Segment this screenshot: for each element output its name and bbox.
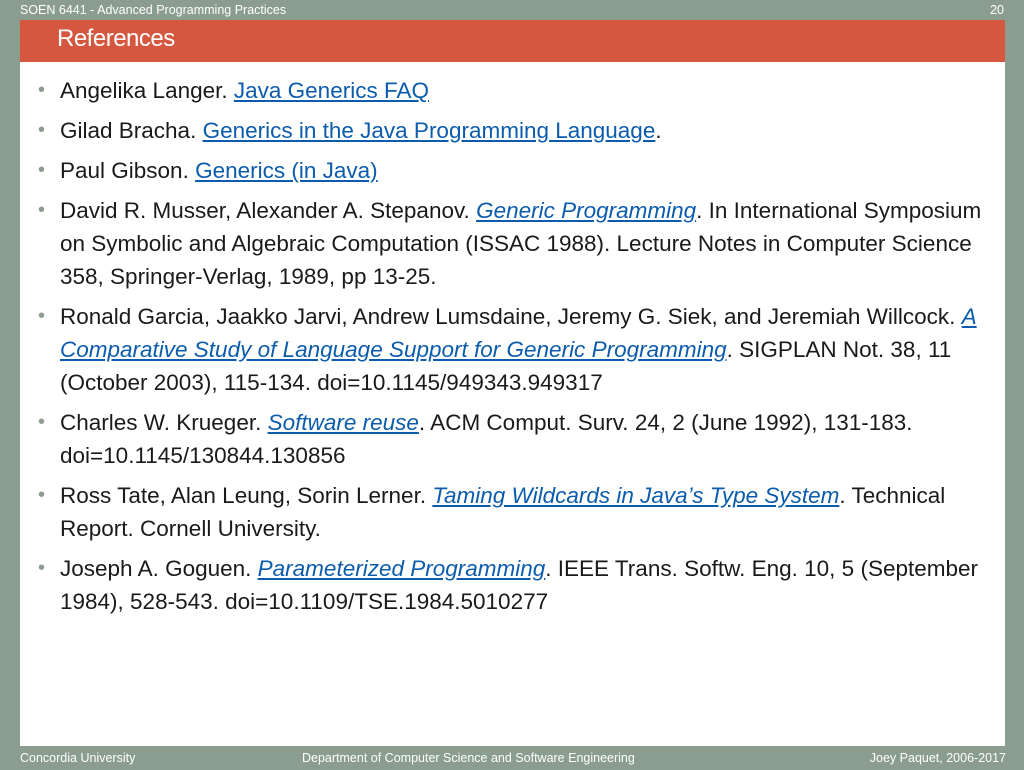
reference-item: • Gilad Bracha. Generics in the Java Prog… (38, 114, 988, 147)
footer: Concordia University Department of Compu… (0, 746, 1024, 768)
reference-link[interactable]: Software reuse (268, 410, 419, 435)
bullet-icon: • (38, 119, 46, 141)
footer-department: Department of Computer Science and Softw… (302, 751, 635, 765)
reference-item: • David R. Musser, Alexander A. Stepanov.… (38, 194, 988, 293)
reference-item: • Angelika Langer. Java Generics FAQ (38, 74, 988, 107)
reference-item: • Ronald Garcia, Jaakko Jarvi, Andrew Lum… (38, 300, 988, 399)
reference-link[interactable]: Generic Programming (476, 198, 696, 223)
reference-link[interactable]: Java Generics FAQ (234, 78, 429, 103)
bullet-icon: • (38, 557, 46, 579)
footer-author: Joey Paquet, 2006-2017 (869, 751, 1006, 765)
reference-link[interactable]: Parameterized Programming (258, 556, 546, 581)
reference-text: Joseph A. Goguen. (60, 556, 258, 581)
title-bar: References (20, 20, 1005, 62)
reference-text: Angelika Langer. (60, 78, 234, 103)
reference-text: Ross Tate, Alan Leung, Sorin Lerner. (60, 483, 433, 508)
footer-university: Concordia University (20, 751, 136, 765)
reference-list: • Angelika Langer. Java Generics FAQ • Gil… (38, 74, 988, 625)
reference-link[interactable]: Taming Wildcards in Java’s Type System (432, 483, 839, 508)
reference-text: Charles W. Krueger. (60, 410, 268, 435)
reference-text: Gilad Bracha. (60, 118, 203, 143)
reference-item: • Joseph A. Goguen. Parameterized Program… (38, 552, 988, 618)
reference-item: • Ross Tate, Alan Leung, Sorin Lerner. Ta… (38, 479, 988, 545)
reference-item: • Paul Gibson. Generics (in Java) (38, 154, 988, 187)
reference-link[interactable]: Generics in the Java Programming Languag… (203, 118, 656, 143)
bullet-icon: • (38, 411, 46, 433)
bullet-icon: • (38, 305, 46, 327)
reference-text: Ronald Garcia, Jaakko Jarvi, Andrew Lums… (60, 304, 962, 329)
page-number: 20 (990, 3, 1004, 17)
reference-item: • Charles W. Krueger. Software reuse. ACM… (38, 406, 988, 472)
reference-text: . (655, 118, 662, 143)
bullet-icon: • (38, 199, 46, 221)
reference-link[interactable]: Generics (in Java) (195, 158, 378, 183)
slide: References • Angelika Langer. Java Generi… (20, 20, 1005, 746)
top-bar: SOEN 6441 - Advanced Programming Practic… (0, 0, 1024, 20)
bullet-icon: • (38, 484, 46, 506)
bullet-icon: • (38, 159, 46, 181)
reference-text: David R. Musser, Alexander A. Stepanov. (60, 198, 477, 223)
reference-text: Paul Gibson. (60, 158, 196, 183)
bullet-icon: • (38, 79, 46, 101)
slide-title: References (57, 25, 175, 52)
course-name: SOEN 6441 - Advanced Programming Practic… (20, 3, 287, 17)
